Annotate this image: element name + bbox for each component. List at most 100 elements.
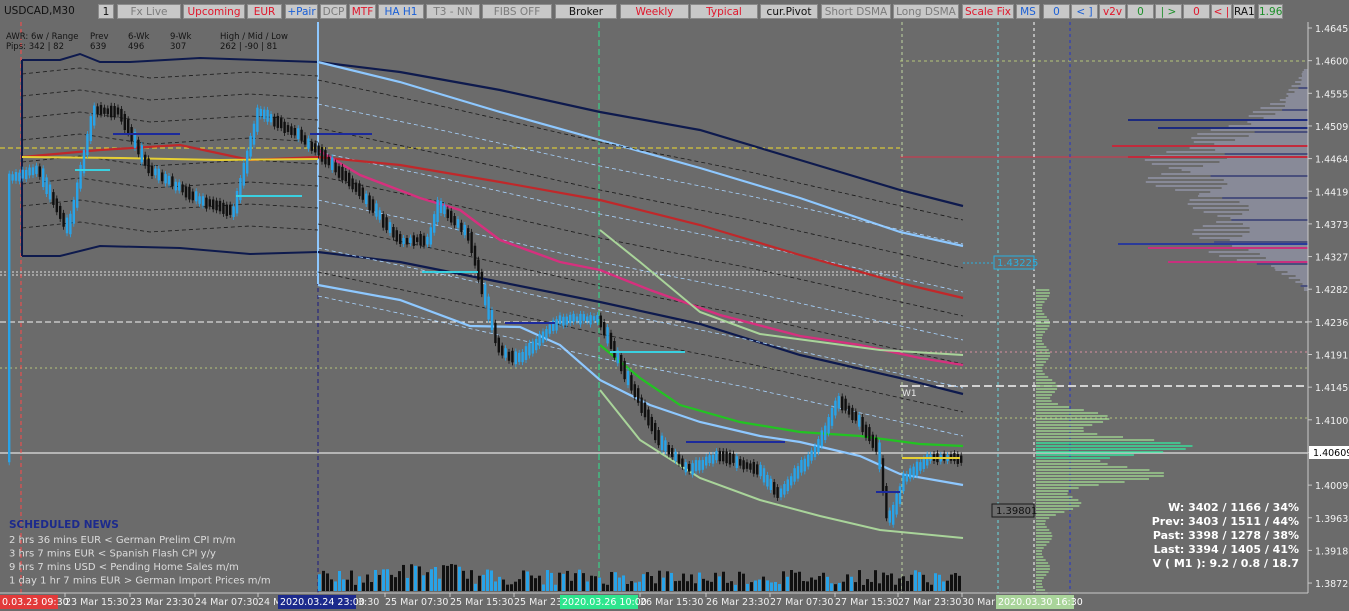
- candle-body: [599, 315, 602, 328]
- candle-body: [711, 454, 715, 464]
- candle-body: [732, 453, 735, 463]
- volume-bar: [678, 580, 681, 591]
- volume-bar: [318, 574, 321, 591]
- adr-value-3: 307: [170, 42, 186, 52]
- candle-body: [507, 351, 511, 361]
- toolbar-button-11[interactable]: Weekly: [620, 4, 689, 19]
- candle-body: [776, 487, 779, 498]
- candle-body: [834, 400, 837, 416]
- candle-body: [915, 461, 919, 476]
- candle-body: [436, 199, 439, 222]
- candle-body: [902, 473, 905, 492]
- candle-body: [113, 106, 116, 117]
- candle-body: [878, 442, 881, 470]
- volume-bar: [682, 573, 685, 591]
- candle-body: [626, 370, 630, 386]
- volume-bar: [530, 575, 533, 591]
- candle-body: [490, 309, 494, 331]
- candle-body: [48, 184, 52, 200]
- volume-bar: [438, 578, 441, 591]
- candle-body: [286, 125, 290, 133]
- price-tick-label: 1.45556: [1315, 89, 1349, 100]
- toolbar-button-0[interactable]: 1: [98, 4, 114, 19]
- price-tick-label: 1.41911: [1315, 351, 1349, 362]
- price-chart[interactable]: 1.432251.39801W1 1.464561.460061.455561.…: [0, 0, 1349, 611]
- volume-bar: [846, 574, 849, 591]
- volume-bar: [518, 579, 521, 591]
- toolbar-button-6[interactable]: MTF: [349, 4, 376, 19]
- toolbar-button-2[interactable]: Upcoming: [183, 4, 245, 19]
- marker-left-label: 0.03.23 09:30: [2, 597, 69, 608]
- volume-bar: [538, 575, 541, 591]
- candle-body: [341, 166, 344, 181]
- toolbar-button-3[interactable]: EUR: [247, 4, 282, 19]
- volume-bar: [866, 579, 869, 591]
- toolbar-button-12[interactable]: Typical: [690, 4, 758, 19]
- toolbar-button-13[interactable]: cur.Pivot: [760, 4, 818, 19]
- time-tick-label: 30 Mar: [962, 597, 995, 608]
- candle-body: [314, 143, 317, 153]
- volume-bar: [666, 571, 669, 591]
- toolbar-button-7[interactable]: HA H1: [378, 4, 424, 19]
- candle-body: [919, 462, 922, 471]
- toolbar-button-1[interactable]: Fx Live: [117, 4, 181, 19]
- candle-body: [864, 424, 868, 438]
- candle-body: [269, 114, 273, 123]
- candle-body: [52, 192, 55, 205]
- toolbar-button-15[interactable]: Long DSMA: [893, 4, 959, 19]
- volume-bar: [850, 576, 853, 591]
- candle-body: [664, 440, 667, 452]
- toolbar-button-23[interactable]: 0: [1183, 4, 1210, 19]
- volume-bar: [350, 570, 353, 591]
- volume-bar: [742, 573, 745, 591]
- volume-bar: [762, 576, 765, 591]
- volume-bar: [546, 570, 549, 591]
- candle-body: [606, 327, 609, 344]
- toolbar-button-26[interactable]: 1.96: [1258, 4, 1283, 19]
- volume-bar: [550, 572, 553, 591]
- price-tick-label: 1.41006: [1315, 416, 1349, 427]
- volume-bar: [598, 577, 601, 591]
- candle-body: [18, 172, 21, 182]
- candle-body: [140, 145, 143, 163]
- toolbar-button-25[interactable]: RA1: [1233, 4, 1255, 19]
- volume-bar: [898, 578, 901, 591]
- toolbar-button-4[interactable]: +Pair: [285, 4, 318, 19]
- candle-body: [348, 172, 351, 187]
- candle-body: [385, 217, 388, 231]
- volume-bar: [490, 570, 493, 591]
- toolbar-button-21[interactable]: 0: [1127, 4, 1154, 19]
- volume-bar: [638, 581, 641, 591]
- candle-body: [218, 200, 222, 212]
- candle-body: [235, 190, 239, 214]
- volume-bar: [814, 579, 817, 591]
- volume-bar: [858, 570, 861, 591]
- candle-body: [171, 176, 174, 187]
- price-tick-label: 1.45091: [1315, 122, 1349, 133]
- toolbar-button-18[interactable]: 0: [1043, 4, 1070, 19]
- volume-bar: [406, 577, 409, 591]
- candle-body: [35, 165, 38, 174]
- toolbar-button-22[interactable]: | >: [1155, 4, 1182, 19]
- candle-body: [881, 458, 885, 493]
- toolbar-button-16[interactable]: Scale Fix: [962, 4, 1014, 19]
- price-tick-label: 1.46006: [1315, 57, 1349, 68]
- news-item: 9 hrs 7 mins USD < Pending Home Sales m/…: [9, 562, 239, 573]
- toolbar-button-9[interactable]: FIBS OFF: [482, 4, 552, 19]
- candle-body: [195, 191, 198, 202]
- toolbar-button-10[interactable]: Broker: [555, 4, 617, 19]
- toolbar-button-24[interactable]: < |: [1211, 4, 1232, 19]
- toolbar-button-19[interactable]: < ]: [1071, 4, 1098, 19]
- volume-bar: [558, 572, 561, 591]
- time-tick-label: 23 Mar 15:30: [65, 597, 128, 608]
- toolbar-button-5[interactable]: DCP: [320, 4, 347, 19]
- toolbar-button-14[interactable]: Short DSMA: [821, 4, 891, 19]
- toolbar-button-20[interactable]: v2v: [1099, 4, 1126, 19]
- toolbar-button-17[interactable]: MS: [1016, 4, 1040, 19]
- volume-bar: [870, 581, 873, 591]
- candle-body: [643, 402, 647, 418]
- toolbar-button-8[interactable]: T3 - NN: [426, 4, 480, 19]
- candle-body: [167, 175, 171, 185]
- time-tick-label: 24 M: [258, 597, 281, 608]
- time-axis: 23 Mar 15:30 23 Mar 23:30 24 Mar 07:30 24 M…: [0, 592, 1308, 609]
